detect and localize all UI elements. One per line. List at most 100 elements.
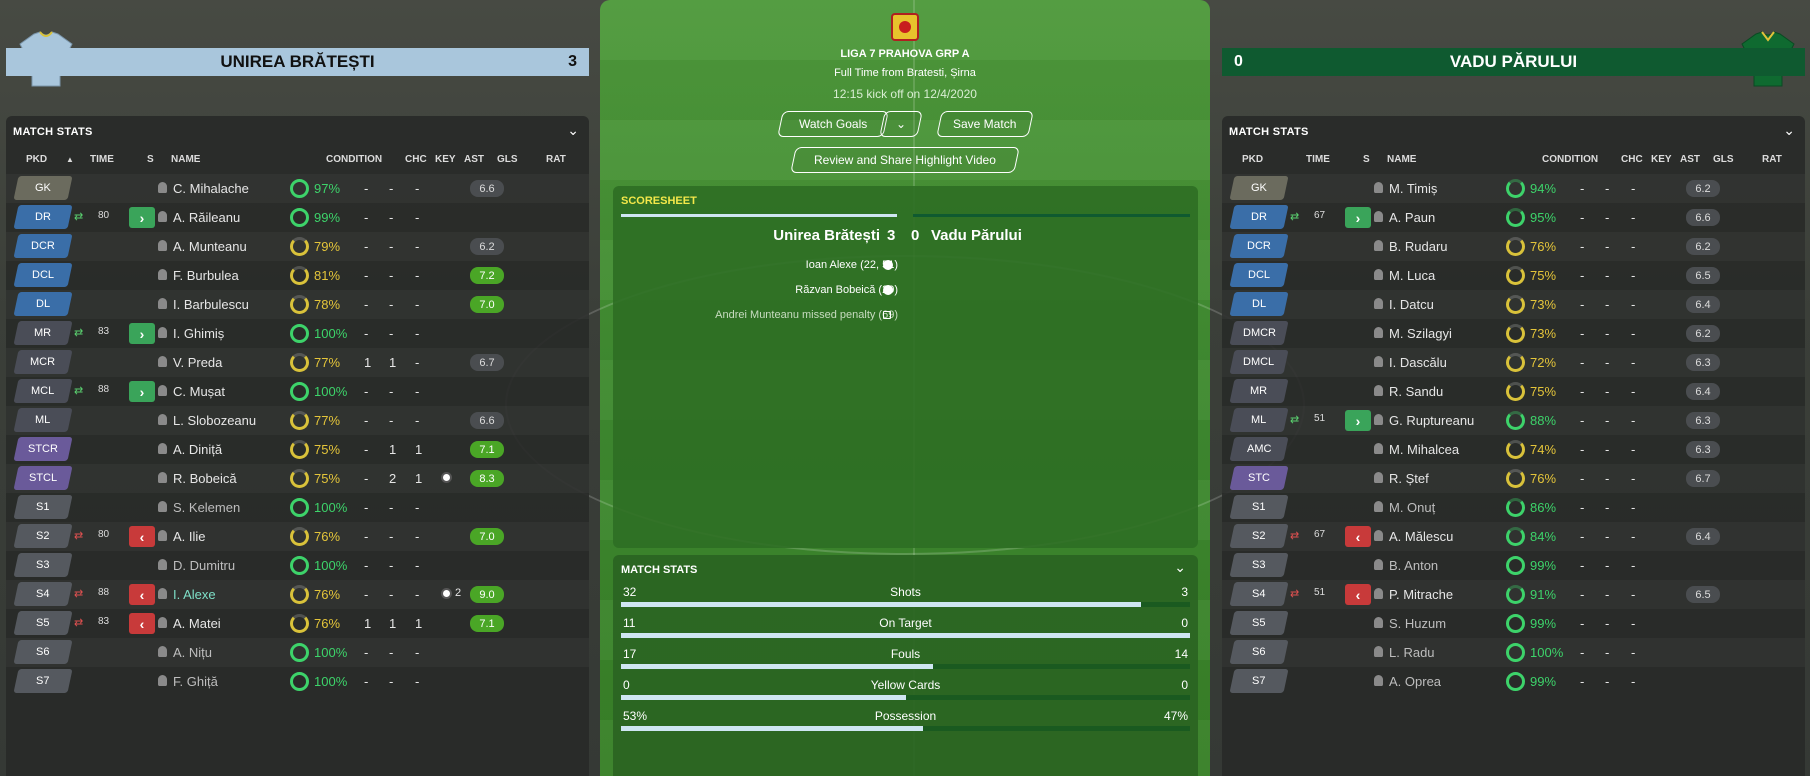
player-name[interactable]: A. Nițu (173, 645, 212, 660)
player-row[interactable]: S6 A. Nițu 100% - - - (6, 638, 589, 667)
col-pkd[interactable]: PKD (1242, 154, 1263, 165)
player-name[interactable]: R. Bobeică (173, 471, 237, 486)
col-rat[interactable]: RAT (1762, 154, 1782, 165)
player-row[interactable]: S1 M. Onuț 86% - - - (1222, 493, 1805, 522)
player-row[interactable]: STC R. Ștef 76% - - - 6.7 (1222, 464, 1805, 493)
player-row[interactable]: DCR B. Rudaru 76% - - - 6.2 (1222, 232, 1805, 261)
player-row[interactable]: DMCL I. Dascălu 72% - - - 6.3 (1222, 348, 1805, 377)
col-gls[interactable]: GLS (497, 154, 518, 165)
player-row[interactable]: GK C. Mihalache 97% - - - 6.6 (6, 174, 589, 203)
player-row[interactable]: S4 ⇄ 51 ‹ P. Mitrache 91% - - - 6.5 (1222, 580, 1805, 609)
col-name[interactable]: NAME (171, 154, 200, 165)
player-row[interactable]: S5 S. Huzum 99% - - - (1222, 609, 1805, 638)
player-row[interactable]: MCL ⇄ 88 › C. Mușat 100% - - - (6, 377, 589, 406)
col-rat[interactable]: RAT (546, 154, 566, 165)
player-row[interactable]: AMC M. Mihalcea 74% - - - 6.3 (1222, 435, 1805, 464)
player-row[interactable]: STCR A. Diniță 75% - 1 1 7.1 (6, 435, 589, 464)
review-highlight-button[interactable]: Review and Share Highlight Video (790, 147, 1020, 173)
player-row[interactable]: S7 F. Ghiță 100% - - - (6, 667, 589, 696)
col-condition[interactable]: CONDITION (1542, 154, 1598, 165)
competition-name[interactable]: LIGA 7 PRAHOVA GRP A (600, 48, 1210, 60)
player-name[interactable]: B. Rudaru (1389, 239, 1448, 254)
player-row[interactable]: S5 ⇄ 83 ‹ A. Matei 76% 1 1 1 7.1 (6, 609, 589, 638)
player-row[interactable]: S1 S. Kelemen 100% - - - (6, 493, 589, 522)
player-row[interactable]: S7 A. Oprea 99% - - - (1222, 667, 1805, 696)
player-name[interactable]: C. Mușat (173, 384, 225, 399)
col-time[interactable]: TIME (90, 154, 114, 165)
player-name[interactable]: D. Dumitru (173, 558, 235, 573)
player-name[interactable]: I. Dascălu (1389, 355, 1447, 370)
player-name[interactable]: M. Luca (1389, 268, 1435, 283)
player-name[interactable]: R. Sandu (1389, 384, 1443, 399)
player-row[interactable]: STCL R. Bobeică 75% - 2 1 8.3 (6, 464, 589, 493)
col-chc[interactable]: CHC (405, 154, 427, 165)
player-name[interactable]: I. Barbulescu (173, 297, 249, 312)
player-row[interactable]: DR ⇄ 80 › A. Răileanu 99% - - - (6, 203, 589, 232)
col-name[interactable]: NAME (1387, 154, 1416, 165)
player-row[interactable]: S4 ⇄ 88 ‹ I. Alexe 76% - - - 2 9.0 (6, 580, 589, 609)
player-name[interactable]: A. Mălescu (1389, 529, 1453, 544)
player-name[interactable]: L. Radu (1389, 645, 1435, 660)
away-team-bar[interactable]: 0 VADU PĂRULUI (1222, 48, 1805, 76)
player-row[interactable]: MR R. Sandu 75% - - - 6.4 (1222, 377, 1805, 406)
player-row[interactable]: DL I. Datcu 73% - - - 6.4 (1222, 290, 1805, 319)
player-row[interactable]: S6 L. Radu 100% - - - (1222, 638, 1805, 667)
player-name[interactable]: R. Ștef (1389, 471, 1429, 486)
col-ast[interactable]: AST (1680, 154, 1700, 165)
player-name[interactable]: A. Diniță (173, 442, 222, 457)
player-row[interactable]: S2 ⇄ 67 ‹ A. Mălescu 84% - - - 6.4 (1222, 522, 1805, 551)
scoresheet-away-team[interactable]: Vadu Părului (931, 227, 1022, 244)
player-name[interactable]: V. Preda (173, 355, 222, 370)
player-name[interactable]: M. Timiș (1389, 181, 1437, 196)
chevron-down-icon[interactable]: ⌄ (1174, 559, 1186, 576)
col-gls[interactable]: GLS (1713, 154, 1734, 165)
watch-goals-dropdown-button[interactable]: ⌄ (879, 111, 923, 137)
player-name[interactable]: S. Kelemen (173, 500, 240, 515)
player-row[interactable]: S3 B. Anton 99% - - - (1222, 551, 1805, 580)
col-key[interactable]: KEY (435, 154, 456, 165)
col-ast[interactable]: AST (464, 154, 484, 165)
player-name[interactable]: F. Burbulea (173, 268, 239, 283)
player-row[interactable]: S2 ⇄ 80 ‹ A. Ilie 76% - - - 7.0 (6, 522, 589, 551)
chevron-down-icon[interactable]: ⌄ (567, 122, 579, 139)
player-name[interactable]: C. Mihalache (173, 181, 249, 196)
watch-goals-button[interactable]: Watch Goals (777, 111, 889, 137)
player-name[interactable]: M. Mihalcea (1389, 442, 1459, 457)
player-name[interactable]: M. Szilagyi (1389, 326, 1452, 341)
col-chc[interactable]: CHC (1621, 154, 1643, 165)
col-key[interactable]: KEY (1651, 154, 1672, 165)
player-row[interactable]: DCL F. Burbulea 81% - - - 7.2 (6, 261, 589, 290)
player-name[interactable]: B. Anton (1389, 558, 1438, 573)
player-name[interactable]: F. Ghiță (173, 674, 218, 689)
player-name[interactable]: L. Slobozeanu (173, 413, 256, 428)
player-row[interactable]: S3 D. Dumitru 100% - - - (6, 551, 589, 580)
player-row[interactable]: DR ⇄ 67 › A. Paun 95% - - - 6.6 (1222, 203, 1805, 232)
player-name[interactable]: A. Matei (173, 616, 221, 631)
col-s[interactable]: S (147, 154, 154, 165)
chevron-down-icon[interactable]: ⌄ (1783, 122, 1795, 139)
player-row[interactable]: GK M. Timiș 94% - - - 6.2 (1222, 174, 1805, 203)
col-time[interactable]: TIME (1306, 154, 1330, 165)
player-name[interactable]: I. Alexe (173, 587, 216, 602)
player-name[interactable]: S. Huzum (1389, 616, 1446, 631)
player-name[interactable]: A. Oprea (1389, 674, 1441, 689)
player-row[interactable]: DCR A. Munteanu 79% - - - 6.2 (6, 232, 589, 261)
player-name[interactable]: I. Ghimiș (173, 326, 224, 341)
player-row[interactable]: ML ⇄ 51 › G. Ruptureanu 88% - - - 6.3 (1222, 406, 1805, 435)
player-name[interactable]: M. Onuț (1389, 500, 1435, 515)
player-row[interactable]: DCL M. Luca 75% - - - 6.5 (1222, 261, 1805, 290)
player-row[interactable]: DL I. Barbulescu 78% - - - 7.0 (6, 290, 589, 319)
player-row[interactable]: DMCR M. Szilagyi 73% - - - 6.2 (1222, 319, 1805, 348)
player-row[interactable]: MR ⇄ 83 › I. Ghimiș 100% - - - (6, 319, 589, 348)
player-name[interactable]: G. Ruptureanu (1389, 413, 1474, 428)
player-name[interactable]: A. Ilie (173, 529, 206, 544)
player-name[interactable]: I. Datcu (1389, 297, 1434, 312)
col-s[interactable]: S (1363, 154, 1370, 165)
player-name[interactable]: A. Paun (1389, 210, 1435, 225)
player-name[interactable]: A. Răileanu (173, 210, 240, 225)
save-match-button[interactable]: Save Match (936, 111, 1034, 137)
player-name[interactable]: P. Mitrache (1389, 587, 1453, 602)
home-team-bar[interactable]: UNIREA BRĂTEȘTI 3 (6, 48, 589, 76)
scoresheet-home-team[interactable]: Unirea Brătești (773, 227, 880, 244)
player-name[interactable]: A. Munteanu (173, 239, 247, 254)
